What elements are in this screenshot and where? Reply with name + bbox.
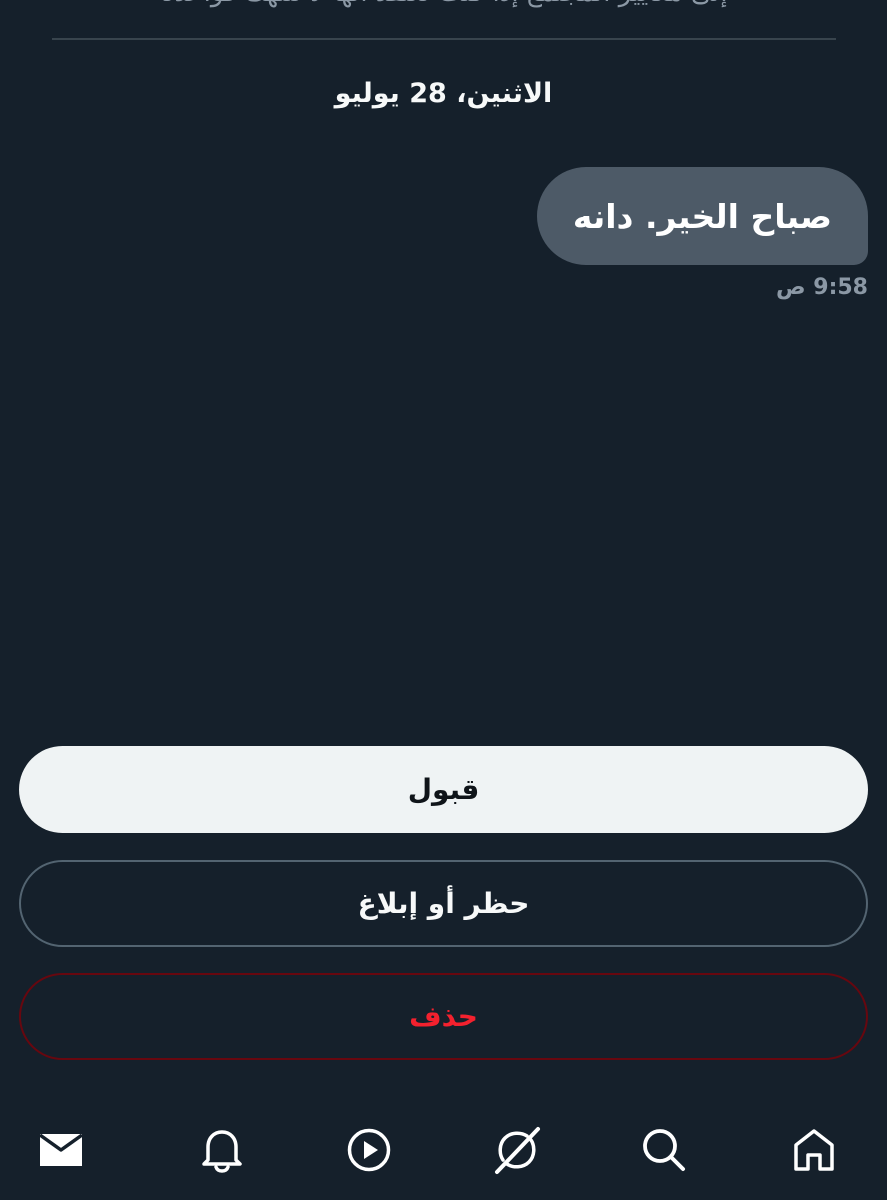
search-icon	[643, 1129, 685, 1171]
mail-icon	[38, 1133, 84, 1166]
play-icon	[347, 1128, 391, 1172]
conversation-date: الاثنين، 28 يوليو	[334, 78, 553, 109]
nav-home[interactable]	[782, 1118, 846, 1182]
message-timestamp: 9:58 ص	[776, 275, 868, 300]
nav-messages[interactable]	[29, 1118, 93, 1182]
bottom-navigation	[0, 1100, 887, 1200]
header-partial-text: إلى معايير المجتمع إذا كنت تعتقد أنها لا…	[0, 0, 887, 8]
home-icon	[794, 1129, 834, 1171]
nav-search[interactable]	[632, 1118, 696, 1182]
header-divider	[52, 38, 836, 40]
block-or-report-label: حظر أو إبلاغ	[357, 887, 530, 920]
delete-button-label: حذف	[409, 1000, 478, 1033]
message-text: صباح الخير. دانه	[572, 196, 832, 236]
message-bubble[interactable]: صباح الخير. دانه	[536, 167, 868, 265]
bell-icon	[202, 1130, 242, 1173]
grok-icon	[495, 1127, 540, 1174]
block-or-report-button[interactable]: حظر أو إبلاغ	[19, 860, 868, 947]
nav-videos[interactable]	[337, 1118, 401, 1182]
nav-notifications[interactable]	[190, 1118, 254, 1182]
nav-grok[interactable]	[485, 1118, 549, 1182]
accept-button[interactable]: قبول	[19, 746, 868, 833]
delete-button[interactable]: حذف	[19, 973, 868, 1060]
accept-button-label: قبول	[407, 773, 480, 806]
